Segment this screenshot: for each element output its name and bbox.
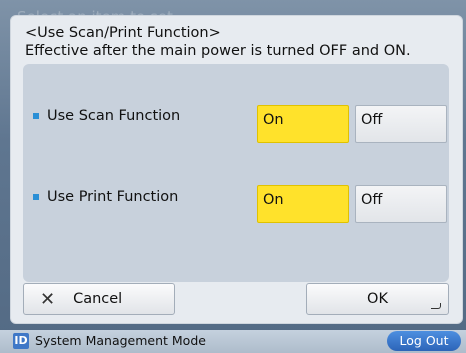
setting-row-print: Use Print Function	[33, 189, 178, 205]
setting-row-scan: Use Scan Function	[33, 108, 180, 124]
bullet-icon	[33, 113, 39, 119]
setting-label-print: Use Print Function	[47, 189, 179, 205]
close-icon: ✕	[40, 288, 56, 310]
ok-button[interactable]: OK	[306, 283, 449, 315]
scan-off-button[interactable]: Off	[355, 105, 447, 143]
print-on-button[interactable]: On	[257, 185, 349, 223]
setting-label-scan: Use Scan Function	[47, 108, 181, 124]
settings-dialog: <Use Scan/Print Function> Effective afte…	[10, 15, 463, 324]
scan-on-button[interactable]: On	[257, 105, 349, 143]
settings-panel: Use Scan Function On Off Use Print Funct…	[23, 64, 449, 282]
dialog-title: <Use Scan/Print Function>	[25, 25, 221, 41]
logout-button[interactable]: Log Out	[387, 331, 461, 351]
status-bar: ID System Management Mode Log Out	[0, 330, 466, 353]
id-icon: ID	[13, 333, 29, 349]
print-off-button[interactable]: Off	[355, 185, 447, 223]
dialog-header: <Use Scan/Print Function> Effective afte…	[25, 24, 445, 60]
mode-label: System Management Mode	[35, 333, 206, 348]
ok-label: OK	[367, 291, 388, 307]
bullet-icon	[33, 194, 39, 200]
enter-icon	[431, 303, 441, 309]
cancel-button[interactable]: ✕ Cancel	[23, 283, 175, 315]
dialog-note: Effective after the main power is turned…	[25, 43, 411, 59]
cancel-label: Cancel	[73, 291, 123, 307]
